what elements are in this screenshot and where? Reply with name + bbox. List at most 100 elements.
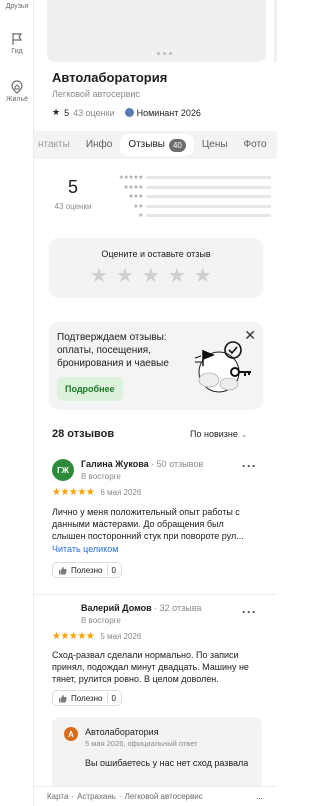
rating-bar-4[interactable]: ★★★★ [106, 183, 271, 192]
review-stars: ★★★★★ [52, 631, 95, 642]
review-rating: ★★★★★ 6 мая 2026 [52, 487, 141, 498]
rail-item-friends-label: Друзья [5, 3, 29, 10]
business-reply: А Автолаборатория 5 мая 2026, официальны… [52, 717, 262, 797]
review-status: В восторге [81, 616, 121, 625]
bar-stars: ★★★ [128, 194, 143, 200]
review-text: Лично у меня положительный опыт работы с… [52, 507, 244, 541]
org-rating: 5 [64, 107, 70, 118]
review-author[interactable]: Галина Жукова · 50 отзывов [81, 459, 203, 469]
rate-star-5-icon[interactable]: ★ [194, 266, 212, 286]
breadcrumb-separator: · [118, 792, 122, 801]
flag-icon [12, 33, 23, 45]
useful-button[interactable]: Полезно 0 [52, 690, 122, 706]
review-author-count: · 50 отзывов [151, 459, 204, 469]
rate-star-1-icon[interactable]: ★ [90, 266, 108, 286]
chevron-down-icon: ⌄ [240, 429, 248, 439]
tab-reviews[interactable]: Отзывы 40 [120, 134, 194, 156]
avatar: А [64, 727, 78, 741]
tab-prices[interactable]: Цены [194, 134, 236, 156]
breadcrumb: Карта · Астрахань · Легковой автосервис … [34, 786, 277, 806]
useful-separator [106, 693, 108, 703]
bar-track [146, 214, 271, 217]
promo-text: Подтверждаем отзывы: оплаты, посещения, … [57, 332, 169, 369]
reply-author: Автолаборатория [85, 727, 159, 737]
bar-stars: ★★★★ [123, 184, 143, 191]
verification-promo: Подтверждаем отзывы: оплаты, посещения, … [49, 322, 263, 410]
avatar[interactable]: ГЖ [52, 459, 74, 481]
more-icon[interactable]: ··· [242, 459, 257, 473]
rating-bar-1[interactable]: ★ [106, 211, 271, 220]
rating-bar-2[interactable]: ★★ [106, 202, 271, 211]
tab-reviews-badge: 40 [168, 138, 186, 152]
nominee-label: Номинант 2026 [136, 107, 201, 118]
rail-item-housing[interactable]: Жильё [0, 80, 34, 103]
breadcrumb-separator: · [71, 792, 75, 801]
bar-track [146, 185, 271, 189]
summary-count: 43 оценки [54, 202, 92, 211]
rate-star-2-icon[interactable]: ★ [116, 266, 134, 286]
breadcrumb-city[interactable]: Астрахань [77, 792, 116, 801]
rate-card: Оцените и оставьте отзыв ★ ★ ★ ★ ★ [49, 238, 263, 298]
reply-date: 5 мая 2026, официальный ответ [85, 739, 198, 748]
tab-contacts[interactable]: нтакты [38, 134, 78, 156]
review-date: 6 мая 2026 [100, 488, 142, 497]
review-divider [34, 594, 277, 595]
rail-item-friends[interactable]: Друзья [0, 3, 34, 10]
thumbs-up-icon [59, 566, 67, 574]
useful-count: 0 [111, 565, 116, 575]
org-ratings-count[interactable]: 43 оценки [73, 108, 115, 118]
carousel-dots [151, 52, 172, 55]
review-author-count: · 32 отзыва [154, 603, 202, 613]
breadcrumb-category[interactable]: Легковой автосервис [125, 792, 203, 801]
useful-count: 0 [111, 693, 116, 703]
rate-prompt: Оцените и оставьте отзыв [101, 249, 211, 259]
rate-star-3-icon[interactable]: ★ [142, 266, 160, 286]
nominee-badge[interactable]: Номинант 2026 [124, 107, 201, 118]
rating-bar-5[interactable]: ★★★★★ [106, 173, 271, 182]
tab-info[interactable]: Инфо [78, 134, 121, 156]
review-author-name: Валерий Домов [81, 603, 152, 613]
review-author[interactable]: Валерий Домов · 32 отзыва [81, 603, 201, 613]
reviews-count: 28 отзывов [52, 428, 115, 440]
org-category[interactable]: Легковой автосервис [52, 89, 140, 99]
promo-more-button[interactable]: Подробнее [57, 377, 123, 401]
summary-rating: 5 [67, 177, 78, 197]
useful-separator [106, 565, 108, 575]
breadcrumb-map[interactable]: Карта [47, 792, 68, 801]
photo-next[interactable] [274, 0, 277, 62]
useful-label: Полезно [71, 565, 103, 575]
bar-track [146, 176, 271, 179]
org-panel: Автолаборатория Легковой автосервис ★ 5 … [34, 0, 277, 806]
rail-item-guide[interactable]: Гид [0, 32, 34, 55]
nominee-icon [124, 108, 134, 117]
rail-item-guide-label: Гид [11, 48, 23, 55]
review-stars: ★★★★★ [52, 487, 95, 498]
tab-reviews-label: Отзывы [128, 139, 165, 150]
review-text: Сход-развал сделали нормально. По записи… [52, 650, 249, 684]
read-more-link[interactable]: Читать целиком [52, 544, 118, 554]
useful-button[interactable]: Полезно 0 [52, 562, 122, 578]
left-rail: Друзья Гид Жильё [0, 0, 34, 806]
photo-carousel[interactable] [47, 0, 266, 62]
bar-stars: ★ [138, 213, 143, 219]
more-icon[interactable]: ... [256, 792, 263, 801]
bar-stars: ★★ [133, 203, 143, 210]
more-icon[interactable]: ··· [242, 605, 257, 619]
review-status: В восторге [81, 472, 121, 481]
rating-bar-3[interactable]: ★★★ [106, 192, 271, 201]
bar-track [146, 195, 271, 198]
star-icon: ★ [52, 107, 61, 117]
rate-star-4-icon[interactable]: ★ [168, 266, 186, 286]
useful-label: Полезно [71, 693, 103, 703]
review-date: 5 мая 2026 [100, 632, 142, 641]
sort-label: По новизне [190, 429, 238, 439]
reply-text: Вы ошибаетесь у нас нет сход развала [85, 758, 249, 768]
org-title: Автолаборатория [52, 70, 168, 85]
tabs-bar: нтакты Инфо Отзывы 40 Цены Фото [34, 131, 277, 159]
home-icon [11, 80, 23, 94]
rate-stars: ★ ★ ★ ★ ★ [90, 266, 212, 286]
sort-dropdown[interactable]: По новизне ⌄ [190, 429, 248, 439]
tab-photo[interactable]: Фото [236, 134, 275, 156]
org-meta: ★ 5 43 оценки Номинант 2026 [52, 107, 201, 118]
rail-item-housing-label: Жильё [6, 96, 28, 103]
